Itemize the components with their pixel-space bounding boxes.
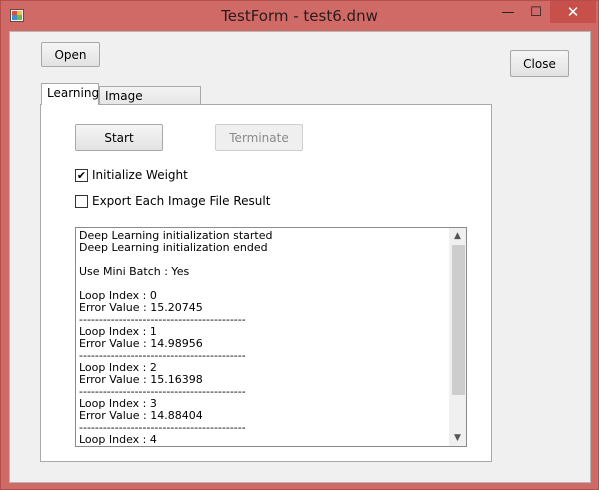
vertical-scrollbar[interactable]: ▲ ▼ <box>449 228 466 446</box>
log-line: Use Mini Batch : Yes <box>79 265 190 278</box>
scroll-down-icon[interactable]: ▼ <box>449 430 466 446</box>
log-line: Loop Index : 4 <box>79 433 157 446</box>
minimize-icon: — <box>501 4 515 20</box>
close-window-button[interactable]: ✕ <box>550 1 596 23</box>
close-icon: ✕ <box>566 3 580 21</box>
log-textbox[interactable]: Deep Learning initialization started Dee… <box>75 227 467 447</box>
log-line: Deep Learning initialization ended <box>79 241 268 254</box>
tab-learning[interactable]: Learning <box>41 83 99 105</box>
open-button[interactable]: Open <box>41 42 100 67</box>
form-client-area: Open Close Learning Image Recognition St… <box>9 31 591 483</box>
checkmark-icon: ✔ <box>76 169 87 182</box>
initialize-weight-checkbox[interactable]: ✔ <box>75 169 88 182</box>
tab-image-recognition[interactable]: Image Recognition <box>99 86 201 117</box>
maximize-button[interactable]: ☐ <box>522 1 550 23</box>
minimize-button[interactable]: — <box>494 1 522 23</box>
maximize-icon: ☐ <box>530 4 542 20</box>
scrollbar-thumb[interactable] <box>452 245 465 395</box>
learning-tab-page: Start Terminate ✔ Initialize Weight Expo… <box>40 104 492 462</box>
export-result-label: Export Each Image File Result <box>92 194 271 208</box>
initialize-weight-label: Initialize Weight <box>92 168 188 182</box>
app-window: TestForm - test6.dnw — ☐ ✕ Open Close Le… <box>0 0 599 490</box>
export-result-checkbox[interactable] <box>75 195 88 208</box>
close-button[interactable]: Close <box>510 50 569 77</box>
scroll-up-icon[interactable]: ▲ <box>449 228 466 244</box>
terminate-button[interactable]: Terminate <box>215 124 303 151</box>
start-button[interactable]: Start <box>75 124 163 151</box>
title-bar[interactable]: TestForm - test6.dnw — ☐ ✕ <box>1 1 598 31</box>
